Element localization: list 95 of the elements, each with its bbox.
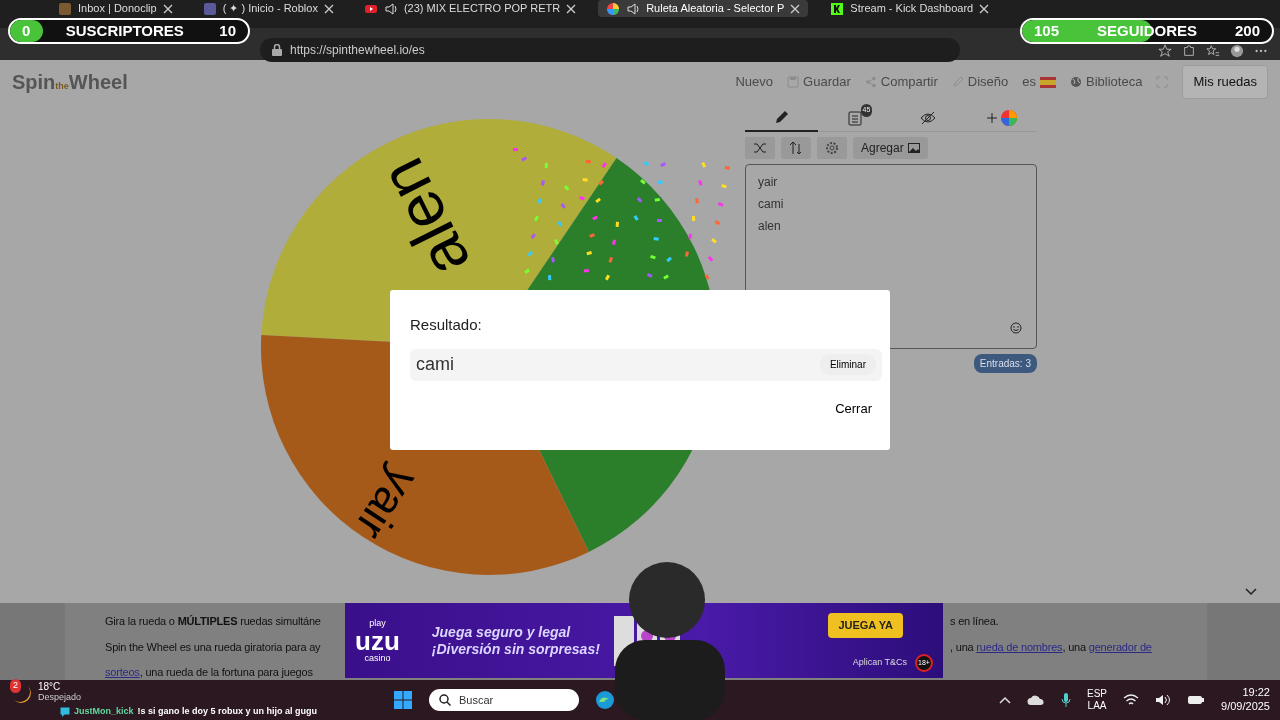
smiley-icon[interactable] xyxy=(1010,322,1022,334)
close-icon[interactable] xyxy=(566,3,577,14)
share-icon xyxy=(864,76,877,88)
browser-tab[interactable]: Stream - Kick Dashboard xyxy=(822,0,998,17)
paragraph-text: Gira la rueda o MÚLTIPLES ruedas simultáne xyxy=(105,614,322,629)
star-icon[interactable] xyxy=(1158,44,1172,58)
count-text: 105 xyxy=(1034,20,1060,41)
browser-tab[interactable]: (23) MIX ELECTRO POP RETR xyxy=(355,0,585,17)
paragraph-text: , una rueda de nombres, una generador de xyxy=(950,639,1152,655)
terms-text: Aplican T&Cs xyxy=(852,656,907,670)
ad-text: ¡Diversión sin sorpresas! xyxy=(431,640,600,658)
nav-link[interactable]: es xyxy=(1022,72,1057,92)
eye-slash-icon xyxy=(919,109,936,126)
url-text: https://spinthewheel.io/es xyxy=(290,42,425,59)
goal-text: 10 xyxy=(219,20,236,41)
goal-text: 200 xyxy=(1234,20,1260,41)
chat-icon xyxy=(60,706,70,717)
clock[interactable]: 19:22 9/09/2025 xyxy=(1221,686,1270,714)
save-icon xyxy=(787,76,800,88)
tab-title: Inbox | Donoclip xyxy=(78,1,157,17)
paragraph-text: s en línea. xyxy=(950,614,999,629)
browser-tab[interactable]: Ruleta Aleatoria - Selector P xyxy=(598,0,809,17)
nav-link[interactable]: Biblioteca xyxy=(1070,72,1143,92)
count-text: 0 xyxy=(22,20,31,41)
entry-text: cami xyxy=(758,196,785,213)
ad-text: Juega seguro y legal xyxy=(431,623,572,641)
color-wheel-icon xyxy=(999,108,1018,127)
tool-button[interactable] xyxy=(817,137,847,159)
remove-button[interactable]: Eliminar xyxy=(819,354,876,375)
tab-title: ( ✦ ) Inicio - Roblox xyxy=(222,1,318,17)
nav-link[interactable]: Compartir xyxy=(864,72,938,92)
close-icon[interactable] xyxy=(323,3,334,14)
notification-badge: 2 xyxy=(10,679,21,693)
tab-title: (23) MIX ELECTRO POP RETR xyxy=(403,1,561,17)
entries-count-badge: Entradas: 3 xyxy=(973,354,1037,373)
entry-text: yair xyxy=(758,174,779,191)
favorites-icon[interactable] xyxy=(1206,44,1220,58)
search-field[interactable]: Buscar xyxy=(429,688,580,712)
pencil-icon xyxy=(773,109,790,125)
volume-icon[interactable] xyxy=(1155,694,1172,706)
paragraph-text: Spin the Wheel es una rueda giratoria para ay xyxy=(105,639,322,655)
my-wheels-button[interactable]: Mis ruedas xyxy=(1182,65,1268,99)
shuffle-icon xyxy=(753,141,767,155)
chevron-up-icon[interactable] xyxy=(999,696,1012,704)
pencil-icon xyxy=(951,76,964,88)
speaker-icon xyxy=(626,1,641,16)
search-icon xyxy=(439,694,452,706)
segment-label: alen xyxy=(365,147,484,288)
nav-link[interactable]: Guardar xyxy=(787,72,851,92)
browser-tab[interactable]: ( ✦ ) Inicio - Roblox xyxy=(194,0,342,17)
profile-icon[interactable] xyxy=(1230,44,1244,58)
speaker-icon xyxy=(383,1,398,16)
nav-link[interactable]: Diseño xyxy=(951,72,1009,92)
close-icon[interactable] xyxy=(790,3,801,14)
language-indicator[interactable]: ESP LAA xyxy=(1087,688,1108,712)
microphone-icon[interactable] xyxy=(1061,692,1072,708)
counter-label: SUSCRIPTORES xyxy=(65,20,184,41)
brand-logo: uzu xyxy=(355,627,400,654)
tab-title: Stream - Kick Dashboard xyxy=(850,1,974,17)
battery-icon[interactable] xyxy=(1187,694,1206,706)
color-wheel-icon xyxy=(606,1,621,16)
gear-icon xyxy=(825,141,839,155)
weather-text: Despejado xyxy=(38,692,82,702)
paragraph-text: sorteos, una rueda de la fortuna para juegos xyxy=(105,665,313,680)
browser-tab[interactable]: Inbox | Donoclip xyxy=(50,0,181,17)
add-image-button[interactable]: Agregar xyxy=(853,137,928,159)
entry-text: alen xyxy=(758,218,782,235)
globe-icon xyxy=(1070,76,1083,88)
result-text: cami xyxy=(416,353,454,376)
tool-button[interactable] xyxy=(745,137,775,159)
close-icon[interactable] xyxy=(162,3,173,14)
chevron-down-icon[interactable] xyxy=(1245,588,1257,596)
brand-text: play xyxy=(369,618,386,628)
nav-link[interactable]: Nuevo xyxy=(735,72,774,92)
k-logo-icon xyxy=(830,1,845,16)
play-now-button[interactable]: JUEGA YA xyxy=(828,613,903,638)
start-icon[interactable] xyxy=(393,690,414,710)
chat-message: !s si gano le doy 5 robux y un hijo al gugu xyxy=(137,705,318,718)
temperature-text: 18°C xyxy=(38,682,62,693)
wifi-icon[interactable] xyxy=(1123,694,1140,706)
tab-title: Ruleta Aleatoria - Selector P xyxy=(646,1,785,17)
dialog-title: Resultado: xyxy=(410,315,483,335)
chat-username: JustMon_kick xyxy=(74,705,134,718)
cloud-icon[interactable] xyxy=(1027,694,1046,706)
clipboard-icon xyxy=(846,109,863,126)
flag-icon xyxy=(1040,76,1057,88)
image-icon xyxy=(907,143,920,153)
address-bar[interactable]: https://spinthewheel.io/es xyxy=(260,38,960,62)
browser-icon[interactable] xyxy=(595,690,616,710)
square-icon xyxy=(58,1,72,16)
square-icon xyxy=(202,1,217,16)
close-icon[interactable] xyxy=(979,3,990,14)
sort-icon xyxy=(789,141,803,155)
brand-text: casino xyxy=(364,653,391,663)
lock-icon xyxy=(272,44,282,56)
